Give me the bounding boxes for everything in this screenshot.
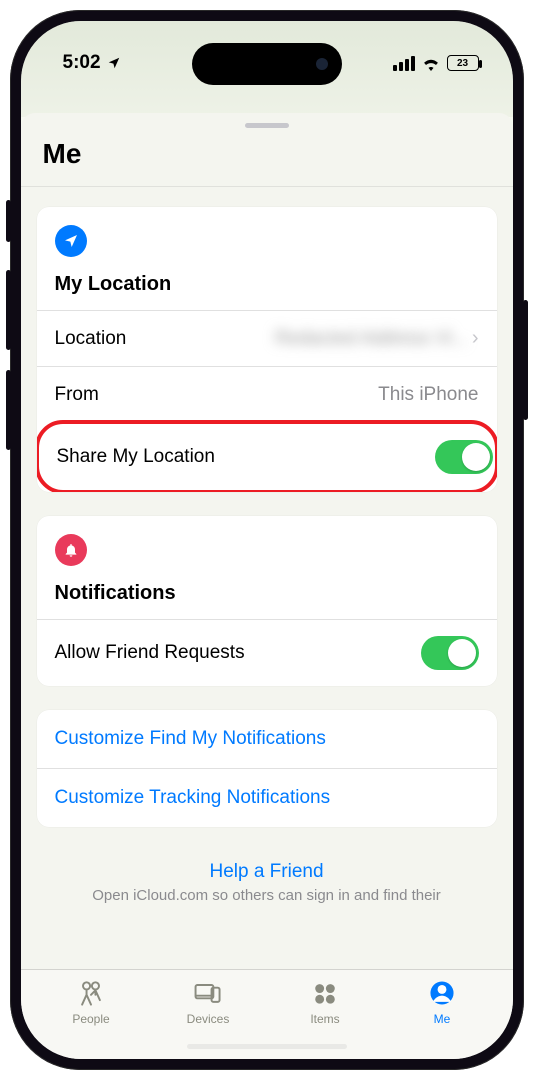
battery-icon: 23 [447,55,479,71]
tab-devices[interactable]: Devices [150,978,267,1026]
wifi-icon [421,56,441,71]
from-row[interactable]: From This iPhone [37,366,497,422]
allow-friend-requests-label: Allow Friend Requests [55,642,245,664]
allow-friend-requests-toggle[interactable] [421,636,479,670]
me-sheet: Me My Location Location Redacted Address [21,113,513,969]
share-my-location-toggle[interactable] [435,440,493,474]
help-a-friend-link[interactable]: Help a Friend [57,861,477,883]
power-button [523,300,528,420]
status-time: 5:02 [63,52,101,74]
sheet-content[interactable]: My Location Location Redacted Address Vi… [21,187,513,969]
battery-level: 23 [457,58,468,69]
location-label: Location [55,328,127,350]
from-value: This iPhone [378,384,478,406]
location-arrow-icon [55,225,87,257]
my-location-card: My Location Location Redacted Address Vi… [37,207,497,492]
customize-find-my-link[interactable]: Customize Find My Notifications [37,710,497,768]
person-circle-icon [426,978,458,1008]
location-services-icon [107,56,121,70]
share-my-location-label: Share My Location [57,446,215,468]
help-a-friend-subtitle: Open iCloud.com so others can sign in an… [57,887,477,904]
phone-frame: 5:02 23 Me My Location [10,10,524,1070]
page-title: Me [21,134,513,186]
tab-people-label: People [72,1012,109,1026]
tab-bar: People Devices Items Me [21,969,513,1059]
devices-icon [192,978,224,1008]
tab-items[interactable]: Items [267,978,384,1026]
notification-links-card: Customize Find My Notifications Customiz… [37,710,497,827]
my-location-header: My Location [37,207,497,310]
notifications-title: Notifications [55,582,479,605]
tab-me-label: Me [434,1012,451,1026]
chevron-right-icon: › [472,327,479,350]
items-icon [309,978,341,1008]
notifications-header: Notifications [37,516,497,619]
location-row[interactable]: Location Redacted Address Vi... › [37,310,497,366]
tab-items-label: Items [310,1012,339,1026]
dynamic-island [192,43,342,85]
sheet-grabber[interactable] [245,123,289,128]
side-button [6,200,11,242]
help-a-friend-section: Help a Friend Open iCloud.com so others … [37,851,497,904]
share-my-location-row[interactable]: Share My Location [37,420,497,492]
allow-friend-requests-row[interactable]: Allow Friend Requests [37,619,497,686]
location-value: Redacted Address Vi... [275,328,468,350]
tab-people[interactable]: People [33,978,150,1026]
cellular-signal-icon [393,56,415,71]
volume-up-button [6,270,11,350]
customize-tracking-link[interactable]: Customize Tracking Notifications [37,768,497,827]
tab-me[interactable]: Me [384,978,501,1026]
people-icon [75,978,107,1008]
from-label: From [55,384,99,406]
notifications-card: Notifications Allow Friend Requests [37,516,497,686]
screen: 5:02 23 Me My Location [21,21,513,1059]
my-location-title: My Location [55,273,479,296]
bell-icon [55,534,87,566]
tab-devices-label: Devices [187,1012,230,1026]
volume-down-button [6,370,11,450]
